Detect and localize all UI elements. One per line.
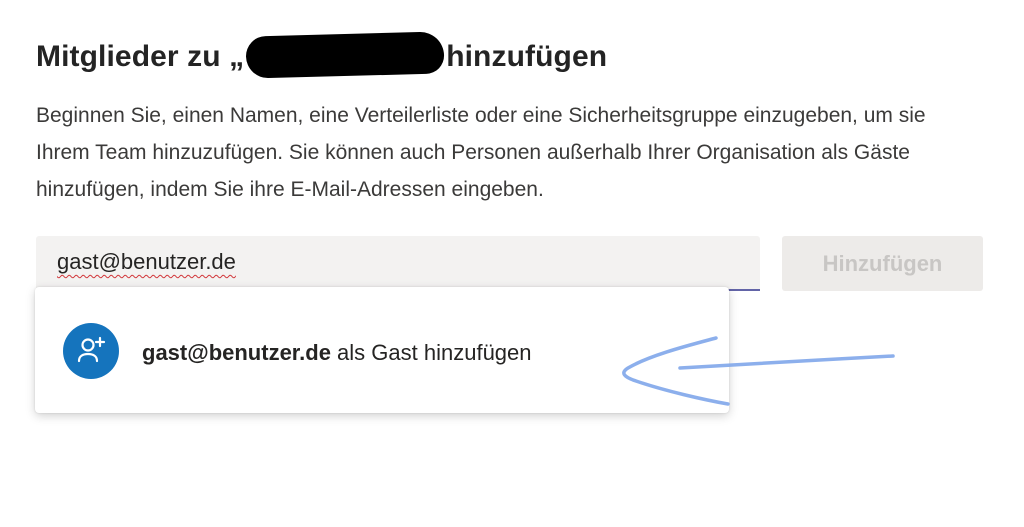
suggestion-action-text: als Gast hinzufügen xyxy=(330,340,532,365)
suggestion-dropdown: gast@benutzer.de als Gast hinzufügen xyxy=(35,287,729,413)
redacted-team-name xyxy=(245,31,445,79)
add-members-dialog: Mitglieder zu „ hinzufügen Beginnen Sie, … xyxy=(0,0,1024,527)
title-prefix: Mitglieder zu „ xyxy=(36,40,245,73)
avatar xyxy=(63,323,119,379)
dialog-description: Beginnen Sie, einen Namen, eine Verteile… xyxy=(36,104,926,201)
add-button[interactable]: Hinzufügen xyxy=(782,236,983,291)
member-search-input[interactable]: gast@benutzer.de xyxy=(36,236,760,291)
input-value[interactable]: gast@benutzer.de xyxy=(57,249,236,275)
title-suffix: hinzufügen xyxy=(446,40,608,73)
add-as-guest-suggestion[interactable]: gast@benutzer.de als Gast hinzufügen xyxy=(35,287,729,413)
suggestion-label: gast@benutzer.de als Gast hinzufügen xyxy=(142,340,532,366)
page-title: Mitglieder zu „ hinzufügen xyxy=(36,31,608,79)
suggestion-email: gast@benutzer.de xyxy=(142,340,331,365)
add-guest-icon xyxy=(77,336,106,363)
